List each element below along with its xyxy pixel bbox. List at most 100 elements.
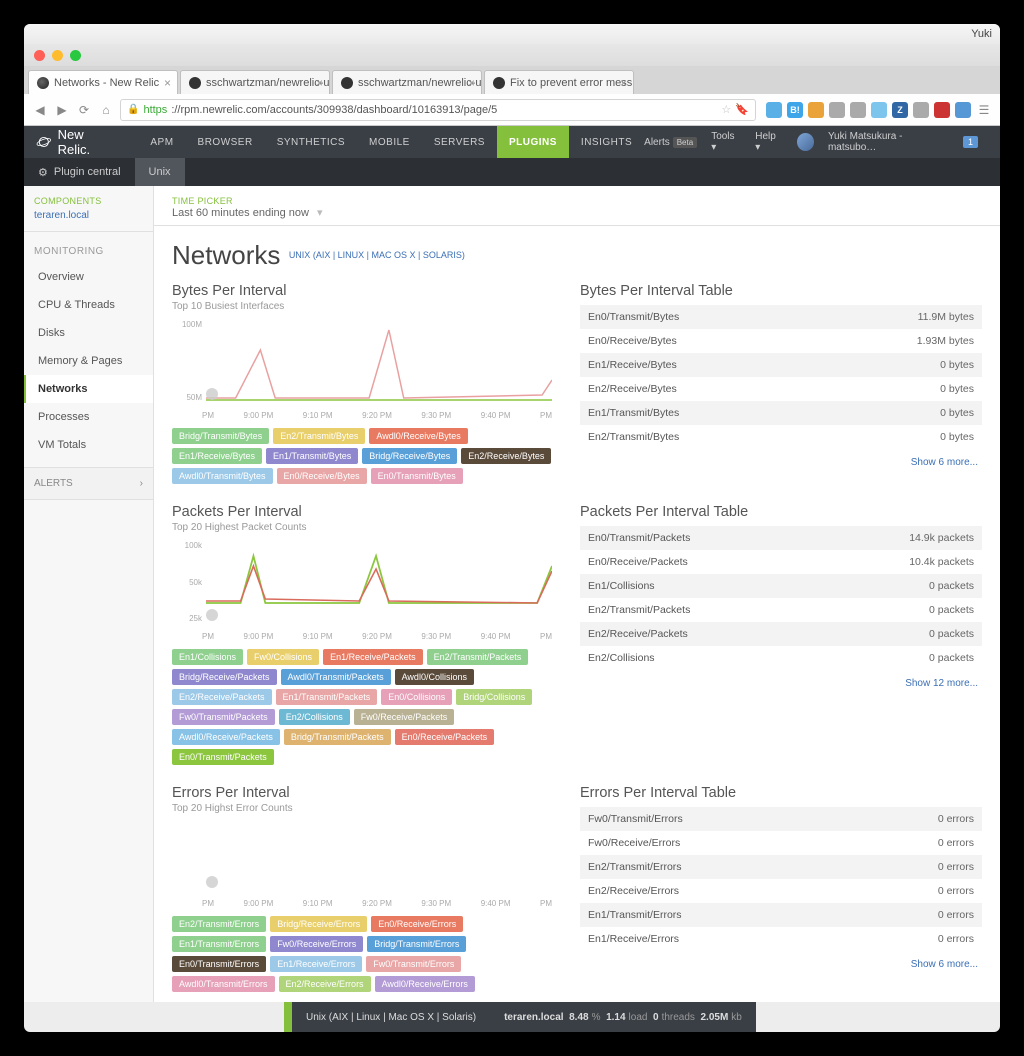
browser-tab[interactable]: sschwartzman/newrelic-u…×: [180, 70, 330, 94]
table-row[interactable]: En2/Transmit/Errors0 errors: [580, 855, 982, 879]
close-tab-icon[interactable]: ×: [620, 76, 627, 90]
legend-chip[interactable]: Bridg/Receive/Packets: [172, 669, 277, 685]
forward-button[interactable]: ▶: [54, 102, 70, 118]
legend-chip[interactable]: Awdl0/Receive/Packets: [172, 729, 280, 745]
nav-plugins[interactable]: PLUGINS: [497, 126, 569, 158]
legend-chip[interactable]: Awdl0/Receive/Errors: [375, 976, 475, 992]
legend-chip[interactable]: Fw0/Transmit/Errors: [366, 956, 461, 972]
legend-chip[interactable]: Bridg/Transmit/Bytes: [172, 428, 269, 444]
table-row[interactable]: En0/Receive/Packets10.4k packets: [580, 550, 982, 574]
alerts-link[interactable]: AlertsBeta: [644, 137, 697, 148]
table-row[interactable]: En2/Receive/Errors0 errors: [580, 879, 982, 903]
legend-chip[interactable]: En0/Receive/Packets: [395, 729, 495, 745]
legend-chip[interactable]: En1/Transmit/Packets: [276, 689, 378, 705]
tools-menu[interactable]: Tools ▾: [711, 131, 741, 153]
close-tab-icon[interactable]: ×: [468, 76, 475, 90]
legend-chip[interactable]: En2/Receive/Packets: [172, 689, 272, 705]
nav-insights[interactable]: INSIGHTS: [569, 126, 644, 158]
legend-chip[interactable]: Bridg/Transmit/Packets: [284, 729, 391, 745]
legend-chip[interactable]: En2/Transmit/Packets: [427, 649, 529, 665]
legend-chip[interactable]: Fw0/Transmit/Packets: [172, 709, 275, 725]
avatar[interactable]: [797, 133, 814, 151]
table-row[interactable]: En1/Collisions0 packets: [580, 574, 982, 598]
legend-chip[interactable]: En0/Receive/Bytes: [277, 468, 367, 484]
plugin-central-link[interactable]: ⚙ Plugin central: [24, 158, 135, 186]
show-more-link[interactable]: Show 6 more...: [580, 449, 982, 468]
legend-chip[interactable]: En1/Receive/Bytes: [172, 448, 262, 464]
user-menu[interactable]: Yuki Matsukura - matsubo…: [828, 131, 949, 153]
browser-tab[interactable]: sschwartzman/newrelic-u…×: [332, 70, 482, 94]
legend-chip[interactable]: En1/Transmit/Bytes: [266, 448, 358, 464]
table-row[interactable]: En2/Transmit/Packets0 packets: [580, 598, 982, 622]
table-row[interactable]: En2/Transmit/Bytes0 bytes: [580, 425, 982, 449]
scrubber-handle[interactable]: [206, 609, 218, 621]
legend-chip[interactable]: Bridg/Receive/Bytes: [362, 448, 457, 464]
table-row[interactable]: En1/Receive/Bytes0 bytes: [580, 353, 982, 377]
legend-chip[interactable]: En0/Transmit/Packets: [172, 749, 274, 765]
legend-chip[interactable]: En1/Transmit/Errors: [172, 936, 266, 952]
notification-badge[interactable]: 1: [963, 136, 978, 148]
sidebar-item-processes[interactable]: Processes: [24, 403, 153, 431]
legend-chip[interactable]: En0/Transmit/Bytes: [371, 468, 463, 484]
ext-icon-hatena[interactable]: B!: [787, 102, 803, 118]
legend-chip[interactable]: Fw0/Collisions: [247, 649, 319, 665]
show-more-link[interactable]: Show 6 more...: [580, 951, 982, 970]
close-tab-icon[interactable]: ×: [316, 76, 323, 90]
bookmark-icon[interactable]: 🔖: [735, 103, 749, 116]
home-button[interactable]: ⌂: [98, 102, 114, 118]
table-row[interactable]: Fw0/Receive/Errors0 errors: [580, 831, 982, 855]
nav-browser[interactable]: BROWSER: [186, 126, 265, 158]
ext-icon[interactable]: [955, 102, 971, 118]
ext-icon[interactable]: [913, 102, 929, 118]
sidebar-item-vm-totals[interactable]: VM Totals: [24, 431, 153, 459]
chart-area[interactable]: PM9:00 PM9:10 PM9:20 PM9:30 PM9:40 PMPM: [172, 822, 552, 908]
footer-plugin[interactable]: Unix (AIX | Linux | Mac OS X | Solaris): [292, 1002, 490, 1032]
legend-chip[interactable]: En0/Transmit/Errors: [172, 956, 266, 972]
sidebar-item-cpu-threads[interactable]: CPU & Threads: [24, 291, 153, 319]
table-row[interactable]: En1/Transmit/Errors0 errors: [580, 903, 982, 927]
window-minimize-button[interactable]: [52, 50, 63, 61]
browser-tab[interactable]: Networks - New Relic×: [28, 70, 178, 94]
legend-chip[interactable]: Bridg/Receive/Errors: [270, 916, 367, 932]
newrelic-logo[interactable]: New Relic.: [36, 127, 118, 157]
scrubber-handle[interactable]: [206, 388, 218, 400]
legend-chip[interactable]: En2/Collisions: [279, 709, 350, 725]
table-row[interactable]: En2/Collisions0 packets: [580, 646, 982, 670]
legend-chip[interactable]: En1/Collisions: [172, 649, 243, 665]
browser-tab[interactable]: Fix to prevent error mess…×: [484, 70, 634, 94]
subnav-unix[interactable]: Unix: [135, 158, 185, 186]
sidebar-item-memory-pages[interactable]: Memory & Pages: [24, 347, 153, 375]
legend-chip[interactable]: Fw0/Receive/Packets: [354, 709, 455, 725]
back-button[interactable]: ◀: [32, 102, 48, 118]
chart-area[interactable]: 100k50k25k PM9:00 PM9:10 PM9:20 PM9:30 P…: [172, 541, 552, 641]
window-close-button[interactable]: [34, 50, 45, 61]
legend-chip[interactable]: En1/Receive/Packets: [323, 649, 423, 665]
legend-chip[interactable]: En0/Receive/Errors: [371, 916, 463, 932]
scrubber-handle[interactable]: [206, 876, 218, 888]
legend-chip[interactable]: En2/Transmit/Bytes: [273, 428, 365, 444]
help-menu[interactable]: Help ▾: [755, 131, 782, 153]
nav-synthetics[interactable]: SYNTHETICS: [265, 126, 357, 158]
legend-chip[interactable]: En2/Transmit/Errors: [172, 916, 266, 932]
table-row[interactable]: En1/Transmit/Bytes0 bytes: [580, 401, 982, 425]
legend-chip[interactable]: Fw0/Receive/Errors: [270, 936, 363, 952]
legend-chip[interactable]: En2/Receive/Errors: [279, 976, 371, 992]
legend-chip[interactable]: Awdl0/Transmit/Errors: [172, 976, 275, 992]
ext-icon-ublock[interactable]: [934, 102, 950, 118]
table-row[interactable]: Fw0/Transmit/Errors0 errors: [580, 807, 982, 831]
legend-chip[interactable]: Awdl0/Transmit/Bytes: [172, 468, 273, 484]
close-tab-icon[interactable]: ×: [164, 76, 171, 90]
window-zoom-button[interactable]: [70, 50, 81, 61]
sidebar-item-networks[interactable]: Networks: [24, 375, 153, 403]
ext-icon[interactable]: [850, 102, 866, 118]
table-row[interactable]: En1/Receive/Errors0 errors: [580, 927, 982, 951]
legend-chip[interactable]: Awdl0/Collisions: [395, 669, 474, 685]
sidebar-alerts[interactable]: ALERTS ›: [24, 467, 153, 500]
sidebar-host[interactable]: teraren.local: [24, 210, 153, 232]
star-icon[interactable]: ☆: [721, 103, 731, 116]
legend-chip[interactable]: En1/Receive/Errors: [270, 956, 362, 972]
reload-button[interactable]: ⟳: [76, 102, 92, 118]
nav-apm[interactable]: APM: [138, 126, 185, 158]
legend-chip[interactable]: En0/Collisions: [381, 689, 452, 705]
time-picker[interactable]: TIME PICKER Last 60 minutes ending now▾: [154, 186, 1000, 226]
